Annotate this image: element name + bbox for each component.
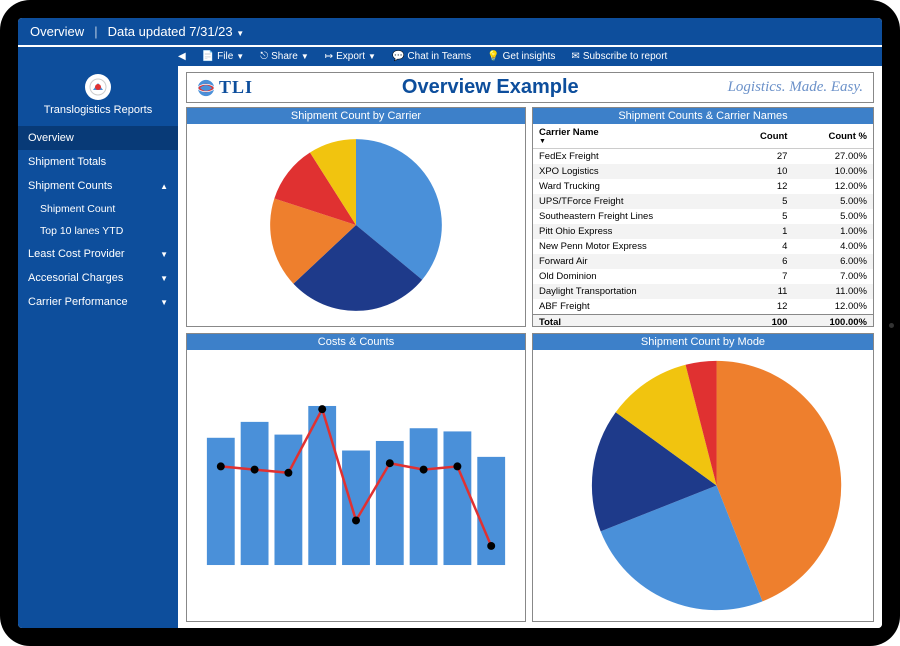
panel-carrier-table: Shipment Counts & Carrier Names Carrier … [532, 107, 874, 327]
globe-icon [197, 79, 215, 97]
nav-item[interactable]: Shipment Counts▲ [18, 174, 178, 198]
table-total-row: Total100100.00% [533, 315, 873, 327]
nav-item[interactable]: Top 10 lanes YTD [18, 220, 178, 242]
share-menu[interactable]: ⎋ Share ▼ [260, 51, 309, 62]
header-divider: | [94, 24, 97, 39]
avatar [85, 74, 111, 100]
screen: Overview | Data updated 7/31/23 ▼ ◀ 📄 Fi… [18, 18, 882, 628]
sort-desc-icon: ▼ [539, 138, 725, 145]
bulb-icon: 💡 [487, 51, 499, 62]
panel-title: Costs & Counts [187, 334, 525, 350]
chevron-down-icon: ▼ [368, 52, 376, 61]
col-pct[interactable]: Count % [793, 124, 873, 149]
table-row[interactable]: ABF Freight1212.00% [533, 299, 873, 315]
tli-logo: TLI [197, 77, 253, 98]
toolbar: ◀ 📄 File ▼ ⎋ Share ▼ ↦ Export ▼ 💬 Chat i… [18, 47, 882, 66]
nav-item[interactable]: Carrier Performance▼ [18, 290, 178, 314]
nav-item[interactable]: Overview [18, 126, 178, 150]
header-overview: Overview [30, 24, 84, 39]
chevron-down-icon: ▼ [236, 29, 244, 38]
sidebar-title: Translogistics Reports [44, 104, 152, 116]
header-updated[interactable]: Data updated 7/31/23 ▼ [108, 24, 245, 39]
nav-item[interactable]: Accesorial Charges▼ [18, 266, 178, 290]
panel-title: Shipment Counts & Carrier Names [533, 108, 873, 124]
body: Translogistics Reports OverviewShipment … [18, 66, 882, 628]
export-menu[interactable]: ↦ Export ▼ [325, 51, 376, 62]
mode-pie-chart[interactable] [533, 350, 873, 621]
subscribe-button[interactable]: ✉ Subscribe to report [571, 51, 667, 62]
sidebar: Translogistics Reports OverviewShipment … [18, 66, 178, 628]
sidebar-logo: Translogistics Reports [18, 66, 178, 126]
costs-counts-chart[interactable] [187, 350, 525, 621]
header-bar: Overview | Data updated 7/31/23 ▼ [18, 18, 882, 47]
carrier-table[interactable]: Carrier Name▼ Count Count % FedEx Freigh… [533, 124, 873, 326]
panel-mode-pie: Shipment Count by Mode [532, 333, 874, 622]
insights-button[interactable]: 💡 Get insights [487, 51, 555, 62]
brand-row: TLI Overview Example Logistics. Made. Ea… [186, 72, 874, 103]
nav-item[interactable]: Least Cost Provider▼ [18, 242, 178, 266]
nav-item[interactable]: Shipment Totals [18, 150, 178, 174]
panel-title: Shipment Count by Carrier [187, 108, 525, 124]
table-row[interactable]: FedEx Freight2727.00% [533, 149, 873, 165]
panel-title: Shipment Count by Mode [533, 334, 873, 350]
panel-costs-counts: Costs & Counts [186, 333, 526, 622]
back-button[interactable]: ◀ [178, 51, 186, 62]
tablet-frame: Overview | Data updated 7/31/23 ▼ ◀ 📄 Fi… [0, 0, 900, 646]
chevron-down-icon: ▼ [301, 52, 309, 61]
nav-item[interactable]: Shipment Count [18, 198, 178, 220]
chat-button[interactable]: 💬 Chat in Teams [392, 51, 471, 62]
table-row[interactable]: Daylight Transportation1111.00% [533, 284, 873, 299]
file-menu[interactable]: 📄 File ▼ [202, 51, 245, 62]
chat-icon: 💬 [392, 51, 404, 62]
panels: Shipment Count by Carrier Shipment Count… [186, 107, 874, 622]
carrier-pie-chart[interactable] [187, 124, 525, 326]
panel-carrier-pie: Shipment Count by Carrier [186, 107, 526, 327]
table-row[interactable]: XPO Logistics1010.00% [533, 164, 873, 179]
file-icon: 📄 [202, 51, 214, 62]
subscribe-icon: ✉ [571, 51, 579, 62]
tagline: Logistics. Made. Easy. [728, 79, 863, 96]
table-row[interactable]: Southeastern Freight Lines55.00% [533, 209, 873, 224]
table-row[interactable]: New Penn Motor Express44.00% [533, 239, 873, 254]
chevron-down-icon: ▼ [236, 52, 244, 61]
export-icon: ↦ [325, 51, 333, 62]
table-row[interactable]: Old Dominion77.00% [533, 269, 873, 284]
table-row[interactable]: UPS/TForce Freight55.00% [533, 194, 873, 209]
table-row[interactable]: Ward Trucking1212.00% [533, 179, 873, 194]
main: TLI Overview Example Logistics. Made. Ea… [178, 66, 882, 628]
col-name[interactable]: Carrier Name▼ [533, 124, 731, 149]
nav: OverviewShipment TotalsShipment Counts▲S… [18, 126, 178, 314]
table-row[interactable]: Pitt Ohio Express11.00% [533, 224, 873, 239]
page-title: Overview Example [402, 76, 579, 99]
table-row[interactable]: Forward Air66.00% [533, 254, 873, 269]
col-count[interactable]: Count [731, 124, 793, 149]
share-icon: ⎋ [260, 51, 268, 62]
